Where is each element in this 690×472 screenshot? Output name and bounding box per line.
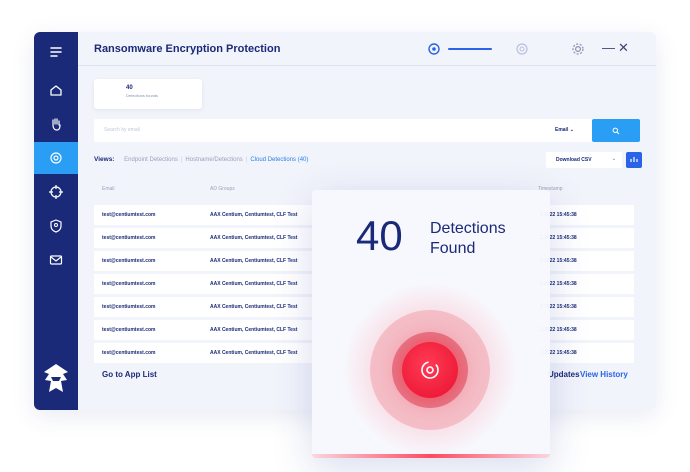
gear-icon[interactable] <box>570 41 586 57</box>
mail-icon[interactable] <box>34 244 78 276</box>
shield-user-icon[interactable] <box>34 210 78 242</box>
email-cell: test@centiumtest.com <box>102 350 156 356</box>
download-csv-select[interactable]: Download CSV ⌄ <box>546 152 622 168</box>
ad-groups-cell: AAX Centium, Centiumtest, CLF Test <box>210 212 298 218</box>
alert-button[interactable] <box>402 342 458 398</box>
search-icon <box>612 127 620 134</box>
search-placeholder: Search by email <box>104 127 140 133</box>
detections-label: Detections founds <box>126 93 159 98</box>
ad-groups-cell: AAX Centium, Centiumtest, CLF Test <box>210 258 298 264</box>
email-cell: test@centiumtest.com <box>102 235 156 241</box>
detections-found-count: 40 <box>356 212 403 259</box>
minimize-button[interactable]: — <box>602 40 615 55</box>
detections-summary-card: 40 Detections founds <box>94 79 202 109</box>
download-icon <box>630 157 638 162</box>
chevron-down-icon: ⌄ <box>611 156 616 162</box>
title-bar: Ransomware Encryption Protection — ✕ <box>78 32 656 66</box>
target-icon[interactable] <box>34 142 78 174</box>
email-cell: test@centiumtest.com <box>102 304 156 310</box>
scan-icon[interactable] <box>426 41 442 57</box>
detections-count: 40 <box>126 85 133 91</box>
ad-groups-cell: AAX Centium, Centiumtest, CLF Test <box>210 350 298 356</box>
search-scope-select[interactable]: Email ⌄ <box>555 127 574 133</box>
email-cell: test@centiumtest.com <box>102 212 156 218</box>
email-cell: test@centiumtest.com <box>102 258 156 264</box>
brand-logo-icon <box>44 364 68 392</box>
updates-link[interactable]: Updates <box>548 370 580 379</box>
go-to-app-list-link[interactable]: Go to App List <box>102 370 157 379</box>
scan-progress-bar <box>448 48 492 50</box>
ad-groups-cell: AAX Centium, Centiumtest, CLF Test <box>210 327 298 333</box>
tab-endpoint-detections[interactable]: Endpoint Detections <box>124 157 178 163</box>
email-cell: test@centiumtest.com <box>102 281 156 287</box>
hand-icon[interactable] <box>34 108 78 140</box>
column-header-ad-groups[interactable]: AD Groups <box>210 186 235 192</box>
column-header-email[interactable]: Email <box>102 186 115 192</box>
download-csv-label: Download CSV <box>556 157 592 163</box>
ad-groups-cell: AAX Centium, Centiumtest, CLF Test <box>210 235 298 241</box>
home-icon[interactable] <box>34 74 78 106</box>
menu-icon[interactable] <box>34 36 78 68</box>
views-bar: Views: Endpoint Detections | Hostname/Dete… <box>94 156 309 163</box>
email-cell: test@centiumtest.com <box>102 327 156 333</box>
tab-hostname-detections[interactable]: Hostname/Detections <box>185 157 242 163</box>
screen: Ransomware Encryption Protection — ✕ 40 … <box>0 0 690 472</box>
close-button[interactable]: ✕ <box>618 40 629 56</box>
download-button[interactable] <box>626 152 642 168</box>
tab-cloud-detections[interactable]: Cloud Detections (40) <box>250 157 308 163</box>
crosshair-icon[interactable] <box>34 176 78 208</box>
detections-found-line1: Detections <box>430 220 506 237</box>
page-title: Ransomware Encryption Protection <box>94 43 281 55</box>
detections-found-card: 40 Detections Found <box>312 190 550 458</box>
search-input[interactable]: Search by email Email ⌄ <box>94 119 594 142</box>
ad-groups-cell: AAX Centium, Centiumtest, CLF Test <box>210 281 298 287</box>
overlay-accent-bar <box>312 454 550 458</box>
radar-icon[interactable] <box>514 41 530 57</box>
view-history-link[interactable]: View History <box>580 370 628 379</box>
views-label: Views: <box>94 156 115 163</box>
search-button[interactable] <box>592 119 640 142</box>
detections-found-line2: Found <box>430 240 476 257</box>
target-icon <box>421 361 439 379</box>
ad-groups-cell: AAX Centium, Centiumtest, CLF Test <box>210 304 298 310</box>
sidebar <box>34 32 78 410</box>
